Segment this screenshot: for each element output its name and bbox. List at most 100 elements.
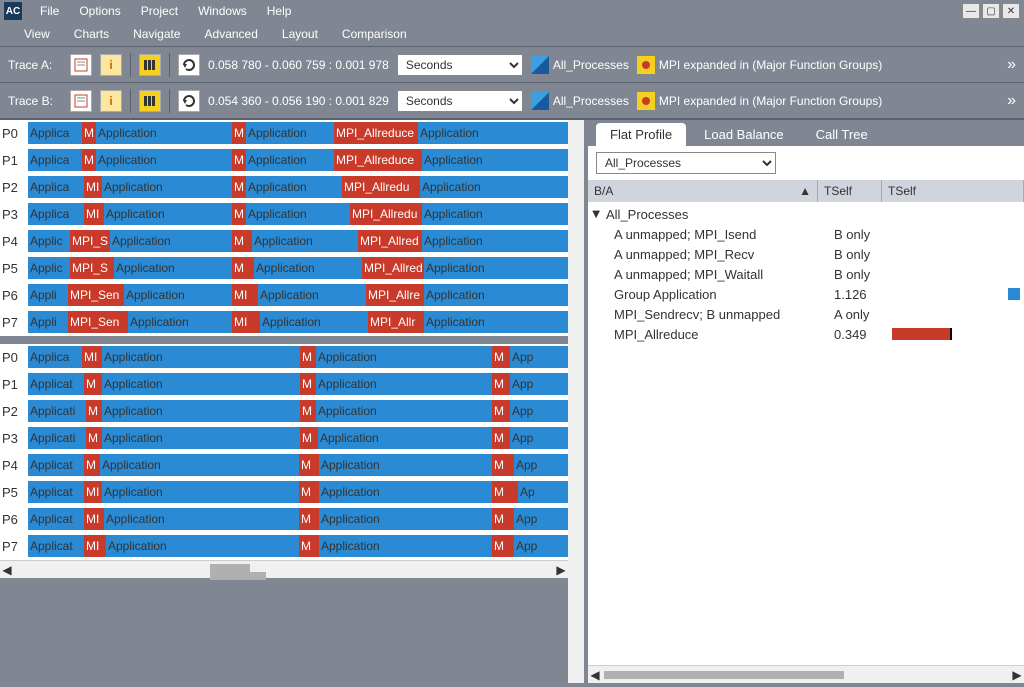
table-row[interactable]: Group Application1.126	[592, 284, 1020, 304]
app-segment[interactable]: Applica	[28, 203, 84, 225]
app-segment[interactable]: Application	[319, 535, 492, 557]
mpi-segment[interactable]: M	[492, 400, 510, 422]
mpi-segment[interactable]: M	[300, 427, 318, 449]
app-segment[interactable]: Ap	[518, 481, 568, 503]
app-segment[interactable]: Application	[104, 203, 232, 225]
mpi-segment[interactable]: MPI_Allr	[368, 311, 424, 333]
app-segment[interactable]: Application	[424, 284, 568, 306]
app-segment[interactable]: Application	[104, 508, 299, 530]
app-segment[interactable]: Applic	[28, 230, 70, 252]
mpi-segment[interactable]: MPI_S	[70, 257, 114, 279]
app-segment[interactable]: Application	[102, 400, 300, 422]
app-segment[interactable]: Application	[319, 481, 492, 503]
app-segment[interactable]: App	[510, 400, 568, 422]
app-segment[interactable]: Application	[102, 481, 299, 503]
mpi-segment[interactable]: M	[232, 257, 254, 279]
mpi-segment[interactable]: M	[300, 346, 316, 368]
mpi-segment[interactable]: M	[492, 535, 514, 557]
app-segment[interactable]: Application	[96, 122, 232, 144]
app-segment[interactable]: Application	[110, 230, 232, 252]
expand-icon[interactable]	[592, 209, 606, 220]
mpi-segment[interactable]: M	[300, 400, 316, 422]
mpi-segment[interactable]: M	[86, 427, 102, 449]
mpi-segment[interactable]: M	[84, 454, 100, 476]
app-segment[interactable]: Application	[318, 427, 492, 449]
app-segment[interactable]: Applica	[28, 176, 84, 198]
menu-layout[interactable]: Layout	[270, 25, 330, 43]
app-segment[interactable]: Application	[102, 427, 300, 449]
app-segment[interactable]: Applicat	[28, 373, 84, 395]
tab-load-balance[interactable]: Load Balance	[690, 123, 798, 146]
menu-view[interactable]: View	[12, 25, 62, 43]
trace-b-group[interactable]: MPI expanded in (Major Function Groups)	[659, 94, 882, 108]
app-segment[interactable]: Application	[252, 230, 358, 252]
mpi-segment[interactable]: MI	[84, 481, 102, 503]
mpi-segment[interactable]: MPI_Allreduce	[334, 122, 418, 144]
app-segment[interactable]: Application	[422, 149, 568, 171]
app-segment[interactable]: Application	[316, 373, 492, 395]
app-segment[interactable]: Applica	[28, 149, 82, 171]
table-row[interactable]: A unmapped; MPI_RecvB only	[592, 244, 1020, 264]
table-root-row[interactable]: All_Processes	[592, 204, 1020, 224]
timeline-row[interactable]: P2ApplicaMIApplicationMApplicationMPI_Al…	[0, 174, 568, 201]
profile-scope-select[interactable]: All_Processes	[596, 152, 776, 174]
app-segment[interactable]: Application	[258, 284, 366, 306]
mpi-segment[interactable]: MI	[232, 284, 258, 306]
app-segment[interactable]: Application	[422, 203, 568, 225]
app-segment[interactable]: Application	[424, 257, 568, 279]
app-segment[interactable]: Application	[319, 508, 492, 530]
timeline-row[interactable]: P1ApplicaMApplicationMApplicationMPI_All…	[0, 147, 568, 174]
timeline-vscrollbar[interactable]	[568, 120, 584, 683]
app-segment[interactable]: Application	[114, 257, 232, 279]
trace-a-info-icon[interactable]: i	[100, 54, 122, 76]
timeline-row[interactable]: P5ApplicMPI_SApplicationMApplicationMPI_…	[0, 255, 568, 282]
mpi-segment[interactable]: MI	[84, 176, 102, 198]
menu-advanced[interactable]: Advanced	[193, 25, 270, 43]
menu-charts[interactable]: Charts	[62, 25, 121, 43]
app-segment[interactable]: Application	[246, 176, 342, 198]
trace-b-unit-select[interactable]: Seconds	[397, 90, 523, 112]
timeline-row[interactable]: P4ApplicatMApplicationMApplicationMApp	[0, 452, 568, 479]
app-segment[interactable]: Application	[124, 284, 232, 306]
app-segment[interactable]: App	[510, 346, 568, 368]
mpi-segment[interactable]: M	[82, 149, 96, 171]
menu-comparison[interactable]: Comparison	[330, 25, 419, 43]
mpi-segment[interactable]: M	[492, 373, 510, 395]
app-segment[interactable]: Application	[100, 454, 299, 476]
profile-table-header[interactable]: B/A▲ TSelf TSelf	[588, 180, 1024, 202]
tab-call-tree[interactable]: Call Tree	[802, 123, 882, 146]
app-segment[interactable]: App	[510, 373, 568, 395]
app-segment[interactable]: Applica	[28, 122, 82, 144]
mpi-segment[interactable]: M	[492, 454, 514, 476]
trace-a-processes[interactable]: All_Processes	[553, 58, 629, 72]
mpi-segment[interactable]: MPI_Allred	[362, 257, 424, 279]
trace-a-view-icon[interactable]	[70, 54, 92, 76]
app-segment[interactable]: Application	[418, 122, 568, 144]
table-row[interactable]: A unmapped; MPI_WaitallB only	[592, 264, 1020, 284]
mpi-segment[interactable]: M	[299, 454, 319, 476]
mpi-segment[interactable]: M	[82, 122, 96, 144]
trace-b-more-icon[interactable]: »	[1007, 92, 1016, 110]
app-segment[interactable]: App	[510, 427, 568, 449]
app-segment[interactable]: Application	[102, 373, 300, 395]
trace-b-processes[interactable]: All_Processes	[553, 94, 629, 108]
app-segment[interactable]: Application	[106, 535, 299, 557]
trace-a-sync-icon[interactable]	[178, 54, 200, 76]
timeline-row[interactable]: P6AppliMPI_SenApplicationMIApplicationMP…	[0, 282, 568, 309]
timeline-a[interactable]: P0ApplicaMApplicationMApplicationMPI_All…	[0, 120, 568, 336]
timeline-row[interactable]: P6ApplicatMIApplicationMApplicationMApp	[0, 506, 568, 533]
app-segment[interactable]: Application	[316, 400, 492, 422]
app-segment[interactable]: Application	[424, 311, 568, 333]
mpi-segment[interactable]: M	[300, 373, 316, 395]
mpi-segment[interactable]: M	[232, 122, 246, 144]
mpi-segment[interactable]: MPI_Allreduce	[334, 149, 422, 171]
menu-project[interactable]: Project	[131, 2, 188, 20]
timeline-splitter[interactable]	[0, 336, 568, 344]
menu-windows[interactable]: Windows	[188, 2, 257, 20]
col-tself-2[interactable]: TSelf	[882, 180, 1024, 202]
close-button[interactable]: ✕	[1002, 3, 1020, 19]
trace-b-timeline-icon[interactable]	[139, 90, 161, 112]
timeline-row[interactable]: P3ApplicaMIApplicationMApplicationMPI_Al…	[0, 201, 568, 228]
mpi-segment[interactable]: MPI_S	[70, 230, 110, 252]
app-segment[interactable]: Applicat	[28, 454, 84, 476]
